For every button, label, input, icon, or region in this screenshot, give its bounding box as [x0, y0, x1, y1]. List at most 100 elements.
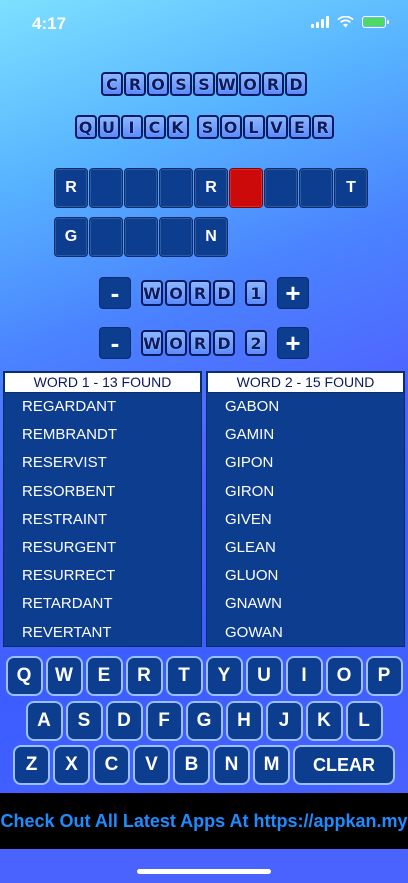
title-letter-tile: S	[193, 72, 215, 96]
word1-label-r: R	[189, 280, 211, 306]
result-list-item[interactable]: RESURGENT	[4, 534, 201, 562]
word2-results[interactable]: WORD 2 - 15 FOUND GABON GAMIN GIPON GIRON GI…	[206, 371, 405, 647]
word1-results-list[interactable]: REGARDANT REMBRANDT RESERVIST RESORBENT REST…	[4, 393, 201, 647]
word2-results-list[interactable]: GABON GAMIN GIPON GIRON GIVEN GLEAN GLUON GNAWN…	[207, 393, 404, 647]
key-o[interactable]: O	[325, 656, 363, 696]
word2-cell-1[interactable]: G	[54, 217, 88, 257]
title-letter-tile: K	[166, 115, 189, 139]
promo-banner[interactable]: Check Out All Latest Apps At https://app…	[0, 793, 408, 849]
key-a[interactable]: A	[25, 701, 63, 741]
key-b[interactable]: B	[173, 745, 210, 785]
word2-minus-button[interactable]: -	[99, 327, 131, 359]
key-r[interactable]: R	[125, 656, 163, 696]
result-list-item[interactable]: RESURRECT	[4, 562, 201, 590]
key-i[interactable]: I	[285, 656, 323, 696]
word1-cell-8[interactable]	[299, 168, 333, 208]
key-z[interactable]: Z	[13, 745, 50, 785]
word2-cell-5[interactable]: N	[194, 217, 228, 257]
status-icons	[311, 16, 389, 28]
result-list-item[interactable]: GIRON	[207, 478, 404, 506]
title-letter-tile: O	[239, 72, 261, 96]
key-c[interactable]: C	[93, 745, 130, 785]
key-q[interactable]: Q	[5, 656, 43, 696]
clear-button[interactable]: CLEAR	[293, 745, 395, 785]
key-s[interactable]: S	[65, 701, 103, 741]
title-letter-tile: O	[147, 72, 169, 96]
key-k[interactable]: K	[305, 701, 343, 741]
word1-cell-1[interactable]: R	[54, 168, 88, 208]
word1-cell-6[interactable]	[229, 168, 263, 208]
word2-label-w: W	[141, 330, 163, 356]
word1-cell-4[interactable]	[159, 168, 193, 208]
word2-plus-button[interactable]: +	[277, 327, 309, 359]
key-g[interactable]: G	[185, 701, 223, 741]
key-j[interactable]: J	[265, 701, 303, 741]
result-list-item[interactable]: REMBRANDT	[4, 421, 201, 449]
result-list-item[interactable]: REGARDANT	[4, 393, 201, 421]
word1-grid[interactable]: RRT	[54, 168, 369, 208]
key-p[interactable]: P	[365, 656, 403, 696]
key-e[interactable]: E	[85, 656, 123, 696]
status-time: 4:17	[32, 14, 67, 33]
key-m[interactable]: M	[253, 745, 290, 785]
word1-cell-3[interactable]	[124, 168, 158, 208]
word2-cell-3[interactable]	[124, 217, 158, 257]
title-letter-tile: U	[97, 115, 120, 139]
word1-results[interactable]: WORD 1 - 13 FOUND REGARDANT REMBRANDT RESE…	[3, 371, 202, 647]
word1-label-o: O	[165, 280, 187, 306]
result-list-item[interactable]: REVERTANT	[4, 619, 201, 647]
word2-label: W O R D 2	[141, 330, 267, 356]
title-letter-tile: L	[242, 115, 265, 139]
word1-cell-9[interactable]: T	[334, 168, 368, 208]
key-y[interactable]: Y	[205, 656, 243, 696]
word1-cell-5[interactable]: R	[194, 168, 228, 208]
word2-cell-4[interactable]	[159, 217, 193, 257]
result-list-item[interactable]: RETARDANT	[4, 590, 201, 618]
word2-controls: - W O R D 2 +	[0, 327, 408, 359]
result-list-item[interactable]: RESORBENT	[4, 478, 201, 506]
result-list-item[interactable]: GABON	[207, 393, 404, 421]
result-list-item[interactable]: GAMIN	[207, 421, 404, 449]
word2-grid[interactable]: GN	[54, 217, 229, 257]
key-n[interactable]: N	[213, 745, 250, 785]
word2-label-r: R	[189, 330, 211, 356]
key-t[interactable]: T	[165, 656, 203, 696]
word1-plus-button[interactable]: +	[277, 277, 309, 309]
title-letter-tile: Q	[74, 115, 97, 139]
key-v[interactable]: V	[133, 745, 170, 785]
title-letter-tile: C	[143, 115, 166, 139]
result-list-item[interactable]: GLUON	[207, 562, 404, 590]
word2-results-header: WORD 2 - 15 FOUND	[207, 372, 404, 393]
wifi-icon	[337, 16, 354, 28]
battery-icon	[362, 16, 389, 28]
result-list-item[interactable]: GNAWN	[207, 590, 404, 618]
word2-cell-2[interactable]	[89, 217, 123, 257]
key-d[interactable]: D	[105, 701, 143, 741]
keyboard-row-2: ASDFGHJKL	[0, 701, 408, 741]
key-f[interactable]: F	[145, 701, 183, 741]
title-letter-tile: R	[311, 115, 334, 139]
keyboard-row-3: Z X C V B N M CLEAR	[0, 745, 408, 785]
key-x[interactable]: X	[53, 745, 90, 785]
key-u[interactable]: U	[245, 656, 283, 696]
word1-minus-button[interactable]: -	[99, 277, 131, 309]
home-indicator[interactable]	[137, 869, 271, 874]
result-list-item[interactable]: RESERVIST	[4, 449, 201, 477]
result-list-item[interactable]: GOWAN	[207, 619, 404, 647]
word1-cell-7[interactable]	[264, 168, 298, 208]
result-list-item[interactable]: GIVEN	[207, 506, 404, 534]
result-list-item[interactable]: GIPON	[207, 449, 404, 477]
title-letter-tile: O	[219, 115, 242, 139]
status-bar: 4:17	[0, 0, 408, 44]
word1-label-w: W	[141, 280, 163, 306]
title-letter-tile: R	[262, 72, 284, 96]
result-list-item[interactable]: RESTRAINT	[4, 506, 201, 534]
result-list-item[interactable]: GLEAN	[207, 534, 404, 562]
bottom-safe-area	[0, 849, 408, 883]
key-h[interactable]: H	[225, 701, 263, 741]
key-l[interactable]: L	[345, 701, 383, 741]
word1-results-header: WORD 1 - 13 FOUND	[4, 372, 201, 393]
word1-cell-2[interactable]	[89, 168, 123, 208]
key-w[interactable]: W	[45, 656, 83, 696]
word1-label-d: D	[213, 280, 235, 306]
